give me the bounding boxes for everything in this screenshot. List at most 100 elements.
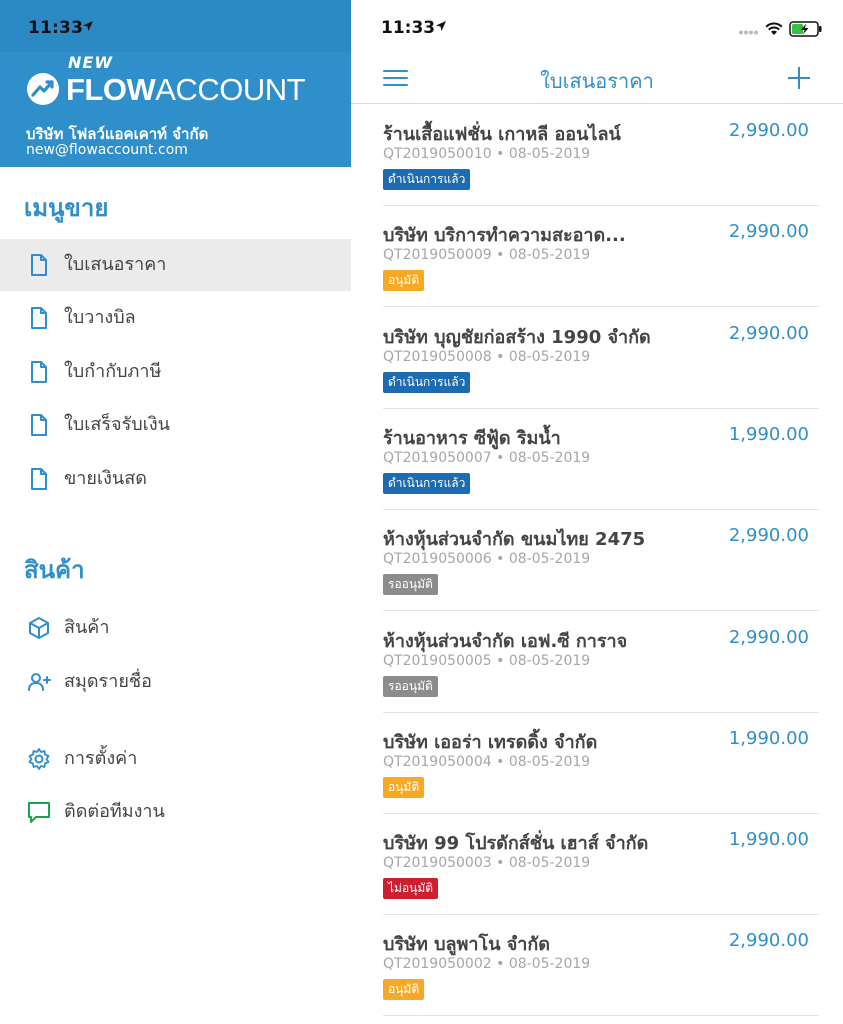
box-icon xyxy=(29,617,49,639)
status-badge: อนุมัติ xyxy=(383,270,425,292)
document-date: 08-05-2019 xyxy=(508,753,591,770)
document-date: 08-05-2019 xyxy=(508,551,591,568)
meta-separator: • xyxy=(491,247,509,264)
document-meta: QT2019050005 • 08-05-2019 xyxy=(383,653,590,669)
document-meta: QT2019050010 • 08-05-2019 xyxy=(383,146,590,162)
document-icon xyxy=(31,307,47,329)
list-item[interactable]: บริษัท บุญชัยก่อสร้าง 1990 จำกัด 2,990.00… xyxy=(351,308,843,409)
customer-name: ห้างหุ้นส่วนจำกัด ขนมไทย 2475 xyxy=(383,529,646,551)
gear-icon xyxy=(28,748,50,770)
plus-icon[interactable] xyxy=(787,66,811,90)
location-arrow-icon xyxy=(436,21,446,31)
document-date: 08-05-2019 xyxy=(508,956,591,973)
amount: 2,990.00 xyxy=(728,626,809,648)
customer-name: บริษัท บริการทำความสะอาด... xyxy=(383,225,626,247)
document-icon xyxy=(31,361,47,383)
sidebar-item-products[interactable]: สินค้า xyxy=(0,602,351,654)
list-item[interactable]: ร้านอาหาร ซีฟู้ด ริมน้ำ 1,990.00 QT2019050… xyxy=(351,409,843,510)
document-meta: QT2019050004 • 08-05-2019 xyxy=(383,754,590,770)
meta-separator: • xyxy=(491,449,509,466)
document-meta: QT2019050006 • 08-05-2019 xyxy=(383,551,590,567)
sidebar-item-label: สินค้า xyxy=(64,617,110,638)
company-email: new@flowaccount.com xyxy=(26,142,188,158)
document-number: QT2019050007 xyxy=(383,449,492,466)
logo-new-label: NEW xyxy=(68,53,113,72)
status-time-right: 11:33 xyxy=(381,18,436,38)
battery-charging-icon xyxy=(789,21,822,37)
document-icon xyxy=(31,468,47,490)
document-meta: QT2019050009 • 08-05-2019 xyxy=(383,247,590,263)
main-panel: 11:33 ใบเสนอราคา ร้านเสื้อแฟชั่น เกาหลี … xyxy=(351,0,843,1024)
list-item[interactable]: ห้างหุ้นส่วนจำกัด ขนมไทย 2475 2,990.00 QT2… xyxy=(351,510,843,612)
meta-separator: • xyxy=(491,753,509,770)
document-meta: QT2019050008 • 08-05-2019 xyxy=(383,349,590,365)
document-icon xyxy=(31,414,47,436)
document-date: 08-05-2019 xyxy=(508,348,591,365)
sidebar: 11:33 NEW FLOWACCOUNT บริษัท โฟลว์แอคเคา… xyxy=(0,0,351,1024)
document-meta: QT2019050007 • 08-05-2019 xyxy=(383,450,590,466)
flowaccount-wordmark: FLOWACCOUNT xyxy=(66,72,306,107)
sidebar-item-label: สมุดรายชื่อ xyxy=(64,671,152,692)
document-date: 08-05-2019 xyxy=(508,146,591,162)
sidebar-item-label: การตั้งค่า xyxy=(64,748,138,769)
add-contact-icon xyxy=(28,673,51,691)
customer-name: ร้านเสื้อแฟชั่น เกาหลี ออนไลน์ xyxy=(383,124,621,145)
status-badge: ดำเนินการแล้ว xyxy=(383,371,471,393)
status-badge: อนุมัติ xyxy=(383,776,425,798)
meta-separator: • xyxy=(491,855,509,872)
sidebar-item-label: ขายเงินสด xyxy=(64,468,147,489)
document-date: 08-05-2019 xyxy=(508,247,591,264)
sidebar-item-contact-team[interactable]: ติดต่อทีมงาน xyxy=(0,786,351,838)
amount: 2,990.00 xyxy=(728,120,809,141)
document-meta: QT2019050002 • 08-05-2019 xyxy=(383,956,590,972)
meta-separator: • xyxy=(491,146,509,162)
list-item[interactable]: บริษัท บริการทำความสะอาด... 2,990.00 QT201… xyxy=(351,206,843,308)
customer-name: บริษัท เออร่า เทรดดิ้ง จำกัด xyxy=(383,731,598,753)
status-badge: รออนุมัติ xyxy=(383,675,438,697)
sidebar-item-settings[interactable]: การตั้งค่า xyxy=(0,733,351,785)
sales-menu-heading: เมนูขาย xyxy=(24,194,109,222)
meta-separator: • xyxy=(491,956,509,973)
list-item[interactable]: บริษัท 99 โปรดักส์ชั่น เฮาส์ จำกัด 1,990.… xyxy=(351,814,843,916)
status-badge: อนุมัติ xyxy=(383,979,425,1001)
sidebar-item-cash-sale[interactable]: ขายเงินสด xyxy=(0,453,351,505)
status-badge: ดำเนินการแล้ว xyxy=(383,169,471,190)
sidebar-item-label: ใบกำกับภาษี xyxy=(64,361,162,382)
page-title: ใบเสนอราคา xyxy=(540,69,654,93)
signal-dots-icon xyxy=(739,30,758,35)
navigation-bar: ใบเสนอราคา xyxy=(351,52,843,104)
list-item[interactable]: บริษัท บลูพาโน จำกัด 2,990.00 QT2019050002… xyxy=(351,915,843,1017)
amount: 2,990.00 xyxy=(728,322,809,344)
meta-separator: • xyxy=(491,652,509,669)
document-meta: QT2019050003 • 08-05-2019 xyxy=(383,855,590,871)
list-item[interactable]: ร้านเสื้อแฟชั่น เกาหลี ออนไลน์ 2,990.00 QT… xyxy=(351,105,843,206)
sidebar-item-label: ใบเสร็จรับเงิน xyxy=(64,414,170,435)
customer-name: ห้างหุ้นส่วนจำกัด เอฟ.ซี การาจ xyxy=(383,630,628,652)
document-number: QT2019050006 xyxy=(383,551,492,568)
sidebar-item-label: ใบวางบิล xyxy=(64,307,136,328)
amount: 2,990.00 xyxy=(728,221,809,243)
location-arrow-icon xyxy=(83,21,93,31)
amount: 2,990.00 xyxy=(728,525,809,547)
sidebar-item-contacts[interactable]: สมุดรายชื่อ xyxy=(0,656,351,708)
document-number: QT2019050009 xyxy=(383,247,492,264)
list-item[interactable]: บริษัท เออร่า เทรดดิ้ง จำกัด 1,990.00 QT20… xyxy=(351,713,843,814)
document-number: QT2019050005 xyxy=(383,652,492,669)
sidebar-item-quotation[interactable]: ใบเสนอราคา xyxy=(0,239,351,291)
customer-name: บริษัท บลูพาโน จำกัด xyxy=(383,934,551,956)
list-item[interactable]: ห้างหุ้นส่วนจำกัด เอฟ.ซี การาจ 2,990.00 QT… xyxy=(351,612,843,713)
document-date: 08-05-2019 xyxy=(508,449,591,466)
document-number: QT2019050002 xyxy=(383,956,492,973)
amount: 1,990.00 xyxy=(728,423,809,445)
amount: 2,990.00 xyxy=(728,930,809,952)
customer-name: บริษัท บุญชัยก่อสร้าง 1990 จำกัด xyxy=(383,326,651,348)
document-number: QT2019050010 xyxy=(383,146,492,162)
sidebar-item-tax-invoice[interactable]: ใบกำกับภาษี xyxy=(0,346,351,398)
sidebar-item-receipt[interactable]: ใบเสร็จรับเงิน xyxy=(0,399,351,451)
flowaccount-logo-icon xyxy=(27,73,59,105)
row-separator xyxy=(383,1015,819,1017)
status-badge: รออนุมัติ xyxy=(383,574,438,596)
sidebar-item-billing-note[interactable]: ใบวางบิล xyxy=(0,292,351,344)
status-badge: ไม่อนุมัติ xyxy=(383,878,439,900)
amount: 1,990.00 xyxy=(728,727,809,749)
